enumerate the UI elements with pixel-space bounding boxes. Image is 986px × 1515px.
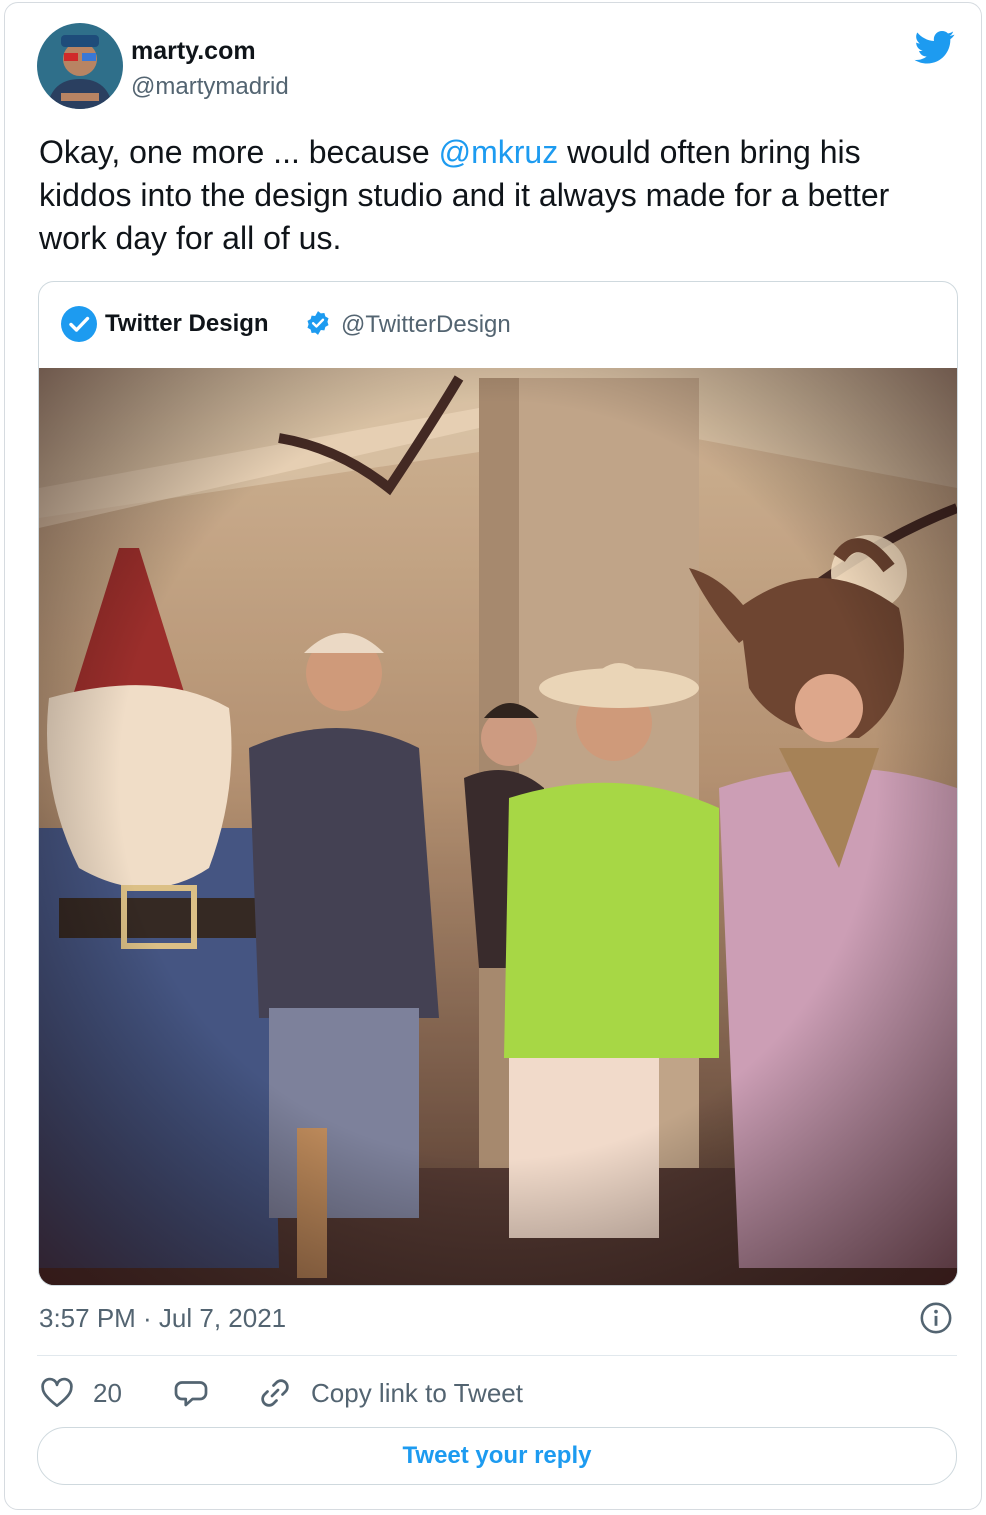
author-name[interactable]: marty.com [131,37,256,66]
tweet-text: Okay, one more ... because @mkruz would … [39,131,949,260]
info-icon[interactable] [919,1301,953,1335]
link-icon [261,1379,289,1407]
copy-link-button[interactable]: Copy link to Tweet [257,1373,577,1413]
copy-link-label: Copy link to Tweet [311,1377,523,1408]
author-avatar[interactable] [37,23,123,109]
tweet-card: marty.com @martymadrid Okay, one more ..… [4,2,982,1510]
tweet-your-reply-button[interactable]: Tweet your reply [37,1427,957,1485]
twitter-design-logo-icon [61,306,97,342]
divider [37,1355,957,1356]
author-handle[interactable]: @martymadrid [131,73,289,101]
reply-bubble-icon [174,1381,208,1407]
heart-icon [41,1377,73,1408]
tweet-text-start: Okay, one more ... because [39,134,439,170]
quoted-author-handle[interactable]: @TwitterDesign [341,311,511,339]
quoted-tweet[interactable]: Twitter Design @TwitterDesign [38,281,958,1286]
like-count: 20 [93,1377,122,1408]
verified-badge-icon [307,311,329,335]
quoted-author-name[interactable]: Twitter Design [105,310,269,338]
tweet-timestamp[interactable]: 3:57 PM · Jul 7, 2021 [39,1303,286,1334]
quoted-tweet-photo[interactable] [39,368,957,1285]
reply-button[interactable] [173,1373,213,1413]
like-button[interactable]: 20 [39,1373,149,1413]
mention-link[interactable]: @mkruz [439,134,559,170]
twitter-bird-icon[interactable] [913,27,957,67]
